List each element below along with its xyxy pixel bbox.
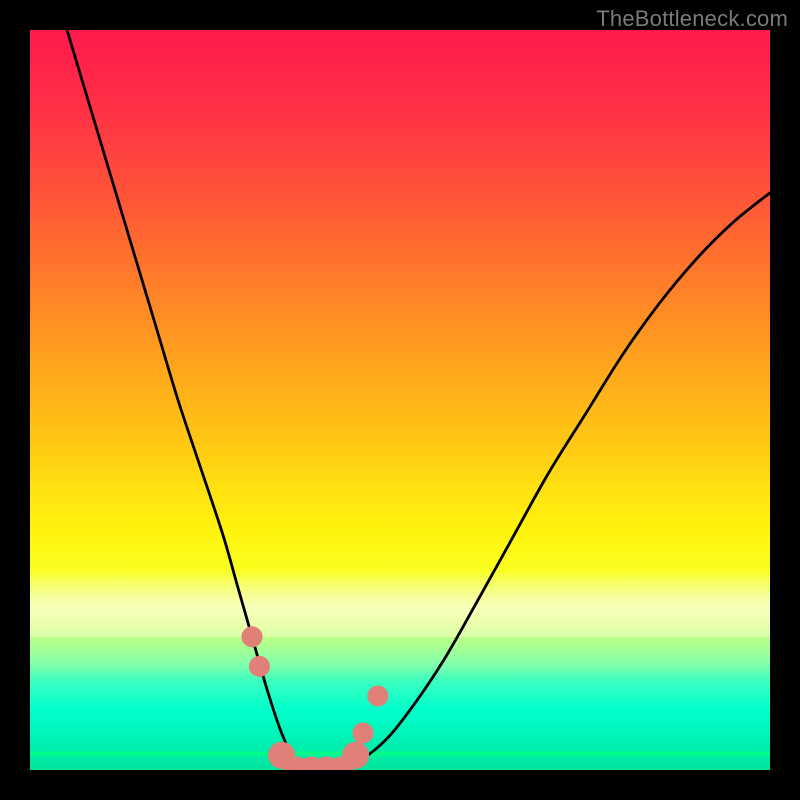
chart-frame: TheBottleneck.com	[0, 0, 800, 800]
plot-area	[30, 30, 770, 770]
curve-svg	[30, 30, 770, 770]
bottleneck-curve-path	[67, 30, 770, 770]
curve-marker	[249, 656, 269, 676]
curve-marker	[343, 742, 369, 768]
curve-markers	[242, 627, 388, 770]
curve-marker	[368, 686, 388, 706]
curve-marker	[242, 627, 262, 647]
watermark-text: TheBottleneck.com	[596, 6, 788, 32]
curve-marker	[353, 723, 373, 743]
